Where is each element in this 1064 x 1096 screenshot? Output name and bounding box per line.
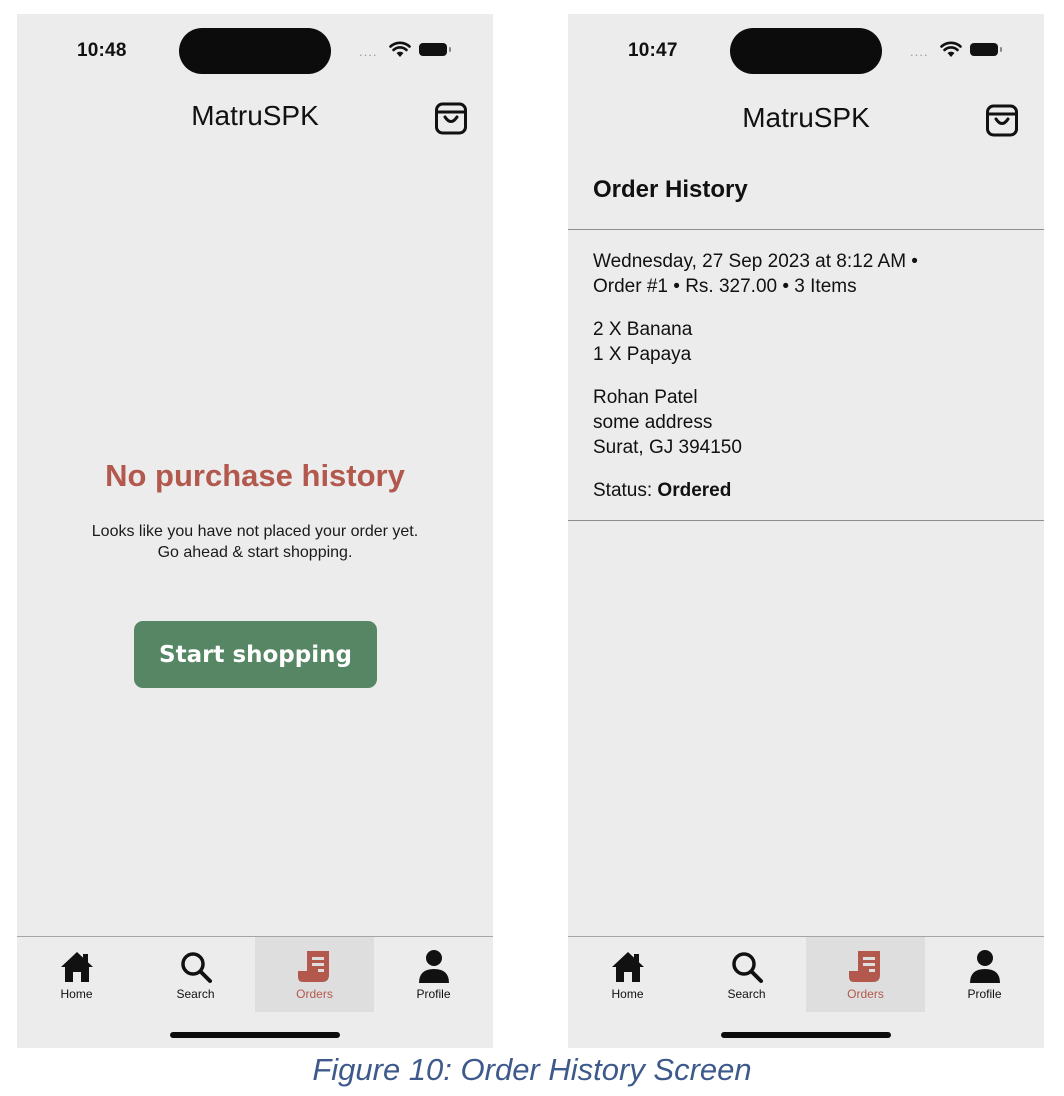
order-address: Rohan Patel some address Surat, GJ 39415…: [593, 385, 1024, 460]
order-items: 2 X Banana 1 X Papaya: [593, 317, 1024, 367]
status-icons: ....: [908, 38, 1008, 62]
home-indicator: [170, 1032, 340, 1038]
order-item: 2 X Banana: [593, 319, 693, 340]
cart-button[interactable]: [984, 100, 1020, 140]
dynamic-island: [730, 28, 882, 74]
tab-orders[interactable]: Orders: [255, 937, 374, 1012]
empty-message-line: Looks like you have not placed your orde…: [91, 523, 419, 540]
search-icon: [728, 949, 766, 985]
signal-icon: ....: [910, 44, 929, 59]
address-line: Rohan Patel: [593, 387, 698, 408]
tab-label: Orders: [296, 987, 333, 1001]
status-bar: 10:48 ....: [17, 14, 493, 86]
status-time: 10:47: [628, 40, 678, 61]
app-title: MatruSPK: [742, 102, 870, 133]
order-meta: Wednesday, 27 Sep 2023 at 8:12 AM • Orde…: [593, 249, 1024, 299]
tab-orders[interactable]: Orders: [806, 937, 925, 1012]
status-bar: 10:47 ....: [568, 14, 1044, 86]
app-header: MatruSPK: [17, 94, 493, 144]
receipt-icon: [296, 949, 334, 985]
battery-icon: [419, 43, 451, 56]
app-title: MatruSPK: [191, 100, 319, 131]
tab-bar: Home Search Orders Profile: [17, 936, 493, 1048]
tab-label: Search: [176, 987, 215, 1001]
wifi-icon: [389, 41, 411, 57]
tab-label: Home: [60, 987, 93, 1001]
tab-bar: Home Search Orders Profile: [568, 936, 1044, 1048]
tab-label: Profile: [967, 987, 1002, 1001]
empty-state-message: Looks like you have not placed your orde…: [47, 521, 463, 563]
divider: [568, 520, 1044, 521]
wifi-icon: [940, 41, 962, 57]
tab-label: Search: [727, 987, 766, 1001]
status-icons: ....: [357, 38, 457, 62]
address-line: Surat, GJ 394150: [593, 437, 742, 458]
tab-home[interactable]: Home: [17, 937, 136, 1012]
search-icon: [177, 949, 215, 985]
signal-icon: ....: [359, 44, 378, 59]
home-icon: [609, 949, 647, 985]
person-icon: [966, 949, 1004, 985]
phone-screen-order-history: 10:47 .... MatruSPK Order History Wednes…: [568, 14, 1044, 1048]
cart-button[interactable]: [433, 98, 469, 138]
start-shopping-button[interactable]: Start shopping: [134, 621, 377, 688]
status-label: Status:: [593, 480, 658, 501]
receipt-icon: [847, 949, 885, 985]
tab-profile[interactable]: Profile: [374, 937, 493, 1012]
empty-message-line: Go ahead & start shopping.: [157, 544, 353, 561]
address-line: some address: [593, 412, 713, 433]
tab-label: Orders: [847, 987, 884, 1001]
order-card[interactable]: Wednesday, 27 Sep 2023 at 8:12 AM • Orde…: [593, 249, 1024, 503]
order-status: Status: Ordered: [593, 478, 1024, 503]
order-item: 1 X Papaya: [593, 344, 692, 365]
person-icon: [415, 949, 453, 985]
tab-search[interactable]: Search: [687, 937, 806, 1012]
divider: [568, 229, 1044, 230]
status-time: 10:48: [77, 40, 127, 61]
phone-screen-empty-orders: 10:48 .... MatruSPK No purchase history …: [17, 14, 493, 1048]
app-header: MatruSPK: [568, 96, 1044, 146]
order-history-title: Order History: [593, 176, 748, 203]
battery-icon: [970, 43, 1002, 56]
figure-caption: Figure 10: Order History Screen: [312, 1052, 752, 1087]
tab-profile[interactable]: Profile: [925, 937, 1044, 1012]
order-summary: Order #1 • Rs. 327.00 • 3 Items: [593, 276, 857, 297]
status-value: Ordered: [657, 480, 732, 501]
home-indicator: [721, 1032, 891, 1038]
tab-search[interactable]: Search: [136, 937, 255, 1012]
dynamic-island: [179, 28, 331, 74]
tab-label: Home: [611, 987, 644, 1001]
shopping-bag-icon: [986, 104, 1018, 137]
order-date: Wednesday, 27 Sep 2023 at 8:12 AM •: [593, 251, 918, 272]
tab-home[interactable]: Home: [568, 937, 687, 1012]
empty-state-title: No purchase history: [105, 458, 405, 493]
home-icon: [58, 949, 96, 985]
tab-label: Profile: [416, 987, 451, 1001]
shopping-bag-icon: [435, 102, 467, 135]
